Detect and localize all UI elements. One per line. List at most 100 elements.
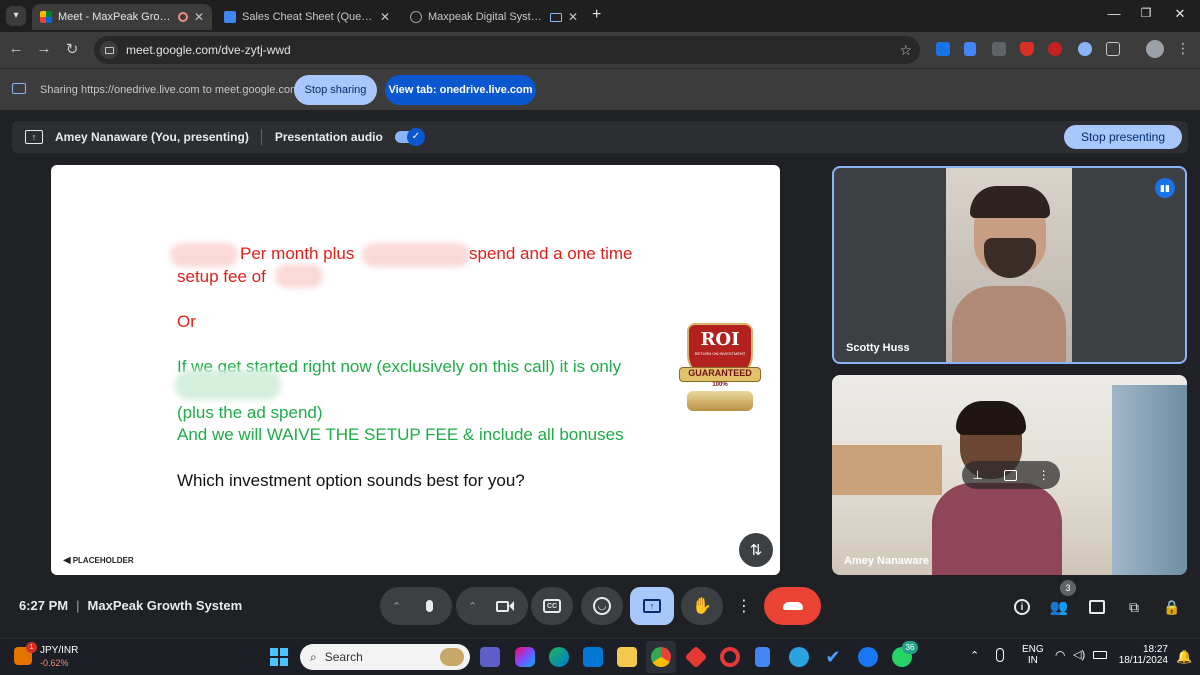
close-tab-icon[interactable]: ✕	[194, 10, 204, 24]
participant-tile-amey[interactable]: ⊥ ⋮ Amey Nanaware	[832, 375, 1187, 575]
reactions-button[interactable]: ◡	[581, 587, 623, 625]
telegram-icon[interactable]	[789, 647, 809, 667]
tab-meet[interactable]: Meet - MaxPeak Growth Sy ✕	[32, 4, 212, 30]
host-controls-button[interactable]: 🔒	[1159, 594, 1185, 620]
anydesk-icon[interactable]	[684, 645, 708, 669]
ticker-symbol[interactable]: JPY/INR	[40, 645, 78, 656]
opera-icon[interactable]	[720, 647, 740, 667]
more-options-button[interactable]: ⋮	[730, 587, 758, 625]
menu-kebab-icon[interactable]: ⋮	[1176, 40, 1190, 57]
microphone-control[interactable]: ⌃	[380, 587, 452, 625]
presenter-name: Amey Nanaware (You, presenting)	[55, 130, 249, 144]
people-button[interactable]: 👥	[1046, 594, 1072, 620]
reload-icon[interactable]: ↻	[62, 40, 82, 58]
meeting-time: 6:27 PM	[19, 598, 69, 613]
bookmark-star-icon[interactable]: ☆	[899, 42, 912, 59]
badge-ribbon-text: GUARANTEED	[688, 368, 752, 378]
minimize-icon[interactable]: —	[1104, 6, 1124, 21]
extension-m-icon[interactable]	[936, 42, 950, 56]
outlook-icon[interactable]	[583, 647, 603, 667]
cast-icon	[549, 12, 562, 22]
close-tab-icon[interactable]: ✕	[380, 10, 390, 24]
redacted-adspend	[362, 243, 470, 267]
meeting-details-button[interactable]: i	[1009, 594, 1035, 620]
screen-share-icon	[12, 83, 26, 94]
stop-presenting-button[interactable]: Stop presenting	[1064, 125, 1182, 149]
raise-hand-button[interactable]: ✋	[681, 587, 723, 625]
redacted-price	[170, 243, 238, 267]
captions-button[interactable]: CC	[531, 587, 573, 625]
microphone-icon[interactable]	[414, 591, 444, 621]
clock-time: 18:27	[1142, 644, 1168, 655]
tab-maxpeak-digital[interactable]: Maxpeak Digital System Cre ✕	[402, 4, 586, 30]
todo-check-icon[interactable]: ✔	[823, 647, 843, 667]
extension-shield-icon[interactable]	[1020, 42, 1034, 56]
badge-subtitle: RETURN ON INVESTMENT	[694, 351, 746, 356]
stop-sharing-button[interactable]: Stop sharing	[294, 75, 377, 105]
activities-button[interactable]: ⧉	[1121, 594, 1147, 620]
copilot-icon[interactable]	[515, 647, 535, 667]
meeting-separator: |	[76, 598, 80, 613]
battery-icon[interactable]	[1093, 651, 1107, 659]
presentation-audio-label: Presentation audio	[274, 130, 383, 144]
emoji-icon: ◡	[593, 597, 611, 615]
show-hidden-icons[interactable]: ⌃	[970, 649, 979, 662]
present-now-button[interactable]: ↑	[630, 587, 674, 625]
edge-icon[interactable]	[549, 647, 569, 667]
chevron-up-icon[interactable]: ⌃	[468, 600, 477, 613]
sharing-message: Sharing https://onedrive.live.com to mee…	[40, 84, 300, 96]
extension-code-icon[interactable]	[992, 42, 1006, 56]
volume-icon[interactable]: ◁)	[1073, 648, 1085, 661]
roi-guaranteed-badge: ROI RETURN ON INVESTMENT GUARANTEED 100%	[679, 323, 761, 413]
windows-start-icon[interactable]	[270, 648, 288, 666]
facebook-icon[interactable]	[858, 647, 878, 667]
file-explorer-icon[interactable]	[617, 647, 637, 667]
redacted-setup-fee	[275, 264, 323, 288]
chevron-up-icon[interactable]: ⌃	[392, 600, 401, 613]
leave-call-button[interactable]	[764, 587, 821, 625]
address-bar[interactable]: meet.google.com/dve-zytj-wwd ☆	[94, 36, 920, 64]
teams-icon[interactable]	[480, 647, 500, 667]
participant-name: Scotty Huss	[846, 342, 910, 354]
url-text[interactable]: meet.google.com/dve-zytj-wwd	[126, 43, 291, 57]
extension-record-icon[interactable]	[1048, 42, 1062, 56]
microphone-tray-icon[interactable]	[996, 648, 1004, 662]
slide-text-line2: setup fee of	[177, 267, 266, 286]
notifications-bell-icon[interactable]: 🔔	[1176, 649, 1192, 665]
pin-icon[interactable]: ⊥	[972, 468, 982, 482]
widget-badge: 1	[26, 642, 37, 653]
forward-icon[interactable]: →	[34, 40, 54, 57]
new-tab-icon[interactable]: +	[592, 6, 601, 24]
presentation-slide: Per month plus spend and a one time setu…	[51, 165, 780, 575]
close-tab-icon[interactable]: ✕	[568, 10, 578, 24]
taskbar-search[interactable]: ⌕ Search	[300, 644, 470, 670]
camera-control[interactable]: ⌃	[456, 587, 528, 625]
meet-icon	[40, 11, 52, 23]
tab-sales-cheat-sheet[interactable]: Sales Cheat Sheet (Questions) ✕	[216, 4, 398, 30]
windows-taskbar: 1 JPY/INR -0.62% ⌕ Search ✔ 36 ⌃ ENG IN …	[0, 638, 1200, 675]
participant-name: Amey Nanaware	[844, 555, 929, 567]
chrome-icon[interactable]	[651, 647, 671, 667]
wifi-icon[interactable]: ◠	[1055, 648, 1065, 662]
presentation-audio-toggle[interactable]: ✓	[394, 128, 425, 146]
more-options-icon[interactable]: ⋮	[1038, 468, 1050, 482]
close-window-icon[interactable]: ✕	[1170, 6, 1190, 22]
language-indicator[interactable]: ENG IN	[1022, 644, 1044, 666]
extension-round-icon[interactable]	[1078, 42, 1092, 56]
chat-button[interactable]	[1084, 594, 1110, 620]
redacted-special-price	[175, 370, 281, 400]
extensions-puzzle-icon[interactable]	[1106, 42, 1120, 56]
site-info-icon[interactable]	[100, 41, 118, 59]
profile-avatar[interactable]	[1146, 40, 1164, 58]
camera-icon[interactable]	[490, 591, 520, 621]
extension-blue-icon[interactable]	[964, 42, 976, 56]
back-icon[interactable]: ←	[6, 40, 26, 57]
tab-search-chevron-icon[interactable]: ▾	[6, 6, 26, 26]
view-tab-button[interactable]: View tab: onedrive.live.com	[385, 75, 536, 105]
docs-app-icon[interactable]	[755, 647, 770, 667]
restore-icon[interactable]: ❐	[1136, 6, 1156, 20]
participant-tile-scotty[interactable]: ▮▮ Scotty Huss	[832, 166, 1187, 364]
frame-icon[interactable]	[1003, 469, 1017, 481]
swap-layout-icon[interactable]: ⇅	[739, 533, 773, 567]
system-clock[interactable]: 18:27 18/11/2024	[1116, 644, 1168, 666]
